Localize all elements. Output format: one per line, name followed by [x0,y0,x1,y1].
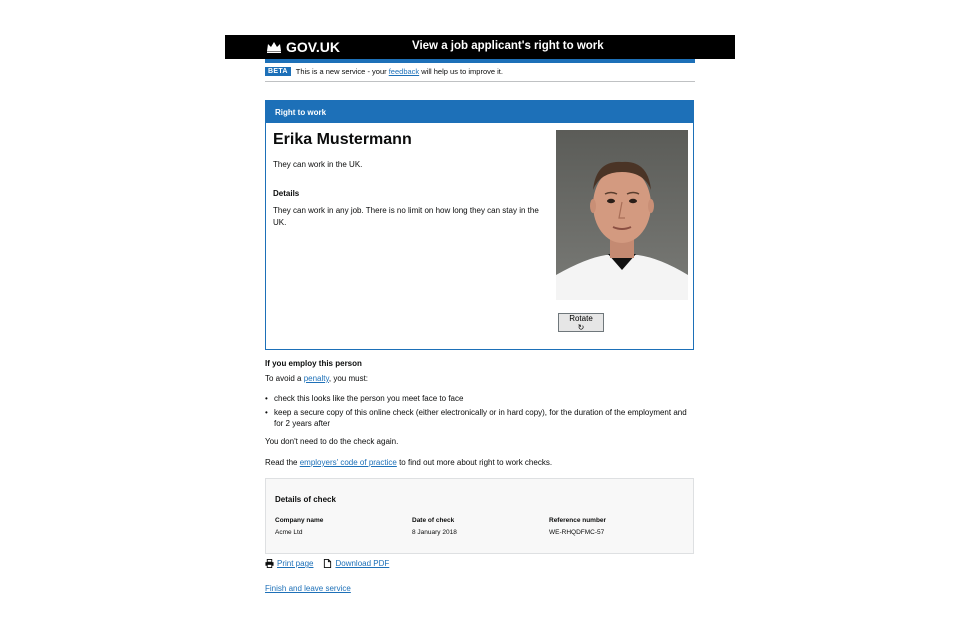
penalty-link[interactable]: penalty [304,374,329,383]
panel-heading: Right to work [266,101,693,123]
date-value: 8 January 2018 [412,529,457,536]
code-of-practice-text: Read the employers' code of practice to … [265,458,553,467]
service-name[interactable]: View a job applicant's right to work [412,40,604,52]
details-heading: Details [273,189,300,198]
beta-tag: BETA [265,67,291,76]
logo-text: GOV.UK [286,39,340,55]
work-status: They can work in the UK. [273,160,363,169]
no-need-text: You don't need to do the check again. [265,437,399,446]
feedback-link[interactable]: feedback [389,67,419,76]
header-accent-band [265,59,695,63]
employ-heading: If you employ this person [265,359,362,368]
beta-banner: BETA This is a new service - your feedba… [265,67,503,76]
company-field: Company name Acme Ltd [275,517,323,536]
page-actions: Print page Download PDF [265,559,389,568]
person-photo [556,130,688,300]
reference-field: Reference number WE-RHQDFMC-57 [549,517,606,536]
document-icon [324,559,332,568]
obligations-list: check this looks like the person you mee… [265,393,695,432]
company-label: Company name [275,517,324,524]
print-page-link[interactable]: Print page [277,559,313,568]
person-photo-icon [556,130,688,300]
details-text: They can work in any job. There is no li… [273,206,539,227]
reference-label: Reference number [549,517,607,524]
date-field: Date of check 8 January 2018 [412,517,457,536]
download-action[interactable]: Download PDF [323,559,389,568]
code-of-practice-link[interactable]: employers' code of practice [300,458,397,467]
avoid-text: To avoid a penalty, you must: [265,374,369,383]
company-value: Acme Ltd [275,529,303,536]
reference-value: WE-RHQDFMC-57 [549,529,605,536]
date-label: Date of check [412,517,455,524]
beta-text: This is a new service - your feedback wi… [295,67,503,76]
list-item: check this looks like the person you mee… [265,393,695,405]
crown-icon [267,42,281,53]
check-details-heading: Details of check [275,495,336,504]
print-action[interactable]: Print page [265,559,313,568]
govuk-logo[interactable]: GOV.UK [266,39,340,55]
person-name: Erika Mustermann [273,131,412,148]
rotate-button[interactable]: Rotate ↻ [558,313,604,332]
check-details-box: Details of check Company name Acme Ltd D… [265,478,694,554]
divider [265,81,695,82]
list-item: keep a secure copy of this online check … [265,407,695,430]
printer-icon [265,559,274,568]
right-to-work-panel: Right to work Erika Mustermann They can … [265,100,694,350]
download-pdf-link[interactable]: Download PDF [335,559,389,568]
finish-service-link[interactable]: Finish and leave service [265,584,351,593]
